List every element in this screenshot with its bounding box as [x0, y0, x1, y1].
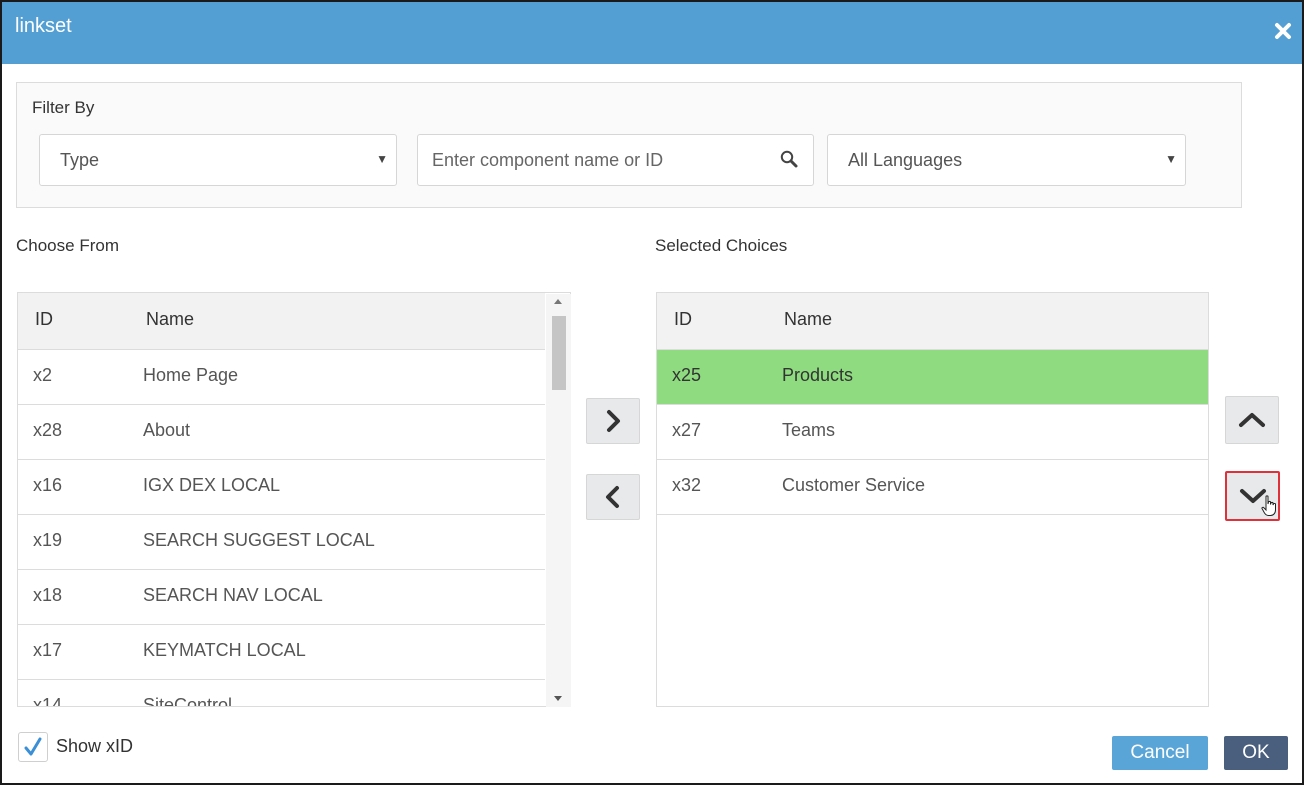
checkmark-icon — [24, 737, 42, 756]
search-icon[interactable] — [779, 149, 799, 174]
close-button[interactable] — [1268, 16, 1298, 46]
row-id: x2 — [33, 365, 53, 385]
scroll-down-arrow-icon[interactable] — [554, 696, 562, 701]
language-select-value: All Languages — [848, 149, 963, 170]
row-name: About — [143, 420, 191, 440]
row-name: KEYMATCH LOCAL — [143, 640, 306, 660]
close-icon — [1275, 23, 1291, 39]
cancel-button[interactable]: Cancel — [1112, 736, 1208, 770]
move-up-button[interactable] — [1225, 396, 1279, 444]
choose-from-header: ID Name — [18, 293, 545, 350]
dropdown-caret-icon: ▼ — [376, 152, 388, 166]
table-row[interactable]: x32 Customer Service — [657, 460, 1208, 515]
row-id: x25 — [672, 365, 702, 385]
move-down-button[interactable] — [1225, 471, 1280, 521]
table-row[interactable]: x16 IGX DEX LOCAL — [18, 460, 545, 515]
row-name: Teams — [782, 420, 836, 440]
show-xid-label[interactable]: Show xID — [56, 736, 133, 757]
table-row[interactable]: x14 SiteControl — [18, 680, 545, 707]
row-id: x27 — [672, 420, 702, 440]
table-row[interactable]: x17 KEYMATCH LOCAL — [18, 625, 545, 680]
row-name: IGX DEX LOCAL — [143, 475, 281, 495]
chevron-left-icon — [606, 486, 619, 508]
row-id: x28 — [33, 420, 63, 440]
table-row[interactable]: x2 Home Page — [18, 350, 545, 405]
scroll-up-arrow-icon[interactable] — [554, 299, 562, 304]
hand-pointer-icon — [1261, 495, 1276, 516]
table-row[interactable]: x28 About — [18, 405, 545, 460]
column-header-id[interactable]: ID — [674, 309, 692, 330]
filter-label: Filter By — [32, 98, 95, 117]
type-select-value: Type — [60, 149, 100, 170]
row-id: x18 — [33, 585, 63, 605]
column-header-name[interactable]: Name — [146, 309, 194, 330]
table-row[interactable]: x27 Teams — [657, 405, 1208, 460]
show-xid-checkbox[interactable] — [18, 732, 48, 762]
chevron-up-icon — [1239, 413, 1265, 427]
row-name: Products — [782, 365, 854, 385]
dialog-titlebar: linkset — [2, 2, 1302, 64]
component-search-input[interactable]: Enter component name or ID — [417, 134, 814, 186]
scrollbar-thumb[interactable] — [552, 316, 566, 390]
remove-from-selected-button[interactable] — [586, 474, 640, 520]
dialog-title: linkset — [15, 15, 72, 37]
table-row[interactable]: x18 SEARCH NAV LOCAL — [18, 570, 545, 625]
row-id: x32 — [672, 475, 702, 495]
selected-choices-table: ID Name x25 Products x27 Teams x32 Custo… — [656, 292, 1209, 707]
column-header-id[interactable]: ID — [35, 309, 53, 330]
selected-choices-header: ID Name — [657, 293, 1208, 350]
row-name: SEARCH NAV LOCAL — [143, 585, 323, 605]
row-id: x14 — [33, 695, 63, 707]
search-placeholder: Enter component name or ID — [432, 149, 664, 170]
chevron-right-icon — [607, 410, 620, 432]
choose-from-table: ID Name x2 Home Page x28 About x16 IGX D… — [17, 292, 571, 707]
choose-from-label: Choose From — [16, 236, 119, 255]
move-to-selected-button[interactable] — [586, 398, 640, 444]
row-name: Home Page — [143, 365, 239, 385]
row-name: Customer Service — [782, 475, 926, 495]
ok-button[interactable]: OK — [1224, 736, 1288, 770]
type-select[interactable]: Type ▼ — [39, 134, 397, 186]
column-header-name[interactable]: Name — [784, 309, 832, 330]
table-row[interactable]: x19 SEARCH SUGGEST LOCAL — [18, 515, 545, 570]
linkset-dialog: linkset Filter By Type ▼ Enter component… — [0, 0, 1304, 785]
table-row-selected[interactable]: x25 Products — [657, 350, 1208, 405]
choose-from-scrollbar[interactable] — [546, 294, 571, 707]
row-id: x16 — [33, 475, 63, 495]
selected-choices-label: Selected Choices — [655, 236, 788, 255]
row-id: x19 — [33, 530, 63, 550]
row-id: x17 — [33, 640, 63, 660]
filter-panel: Filter By Type ▼ Enter component name or… — [16, 82, 1242, 208]
dropdown-caret-icon: ▼ — [1165, 152, 1177, 166]
row-name: SiteControl — [143, 695, 233, 707]
language-select[interactable]: All Languages ▼ — [827, 134, 1186, 186]
row-name: SEARCH SUGGEST LOCAL — [143, 530, 375, 550]
